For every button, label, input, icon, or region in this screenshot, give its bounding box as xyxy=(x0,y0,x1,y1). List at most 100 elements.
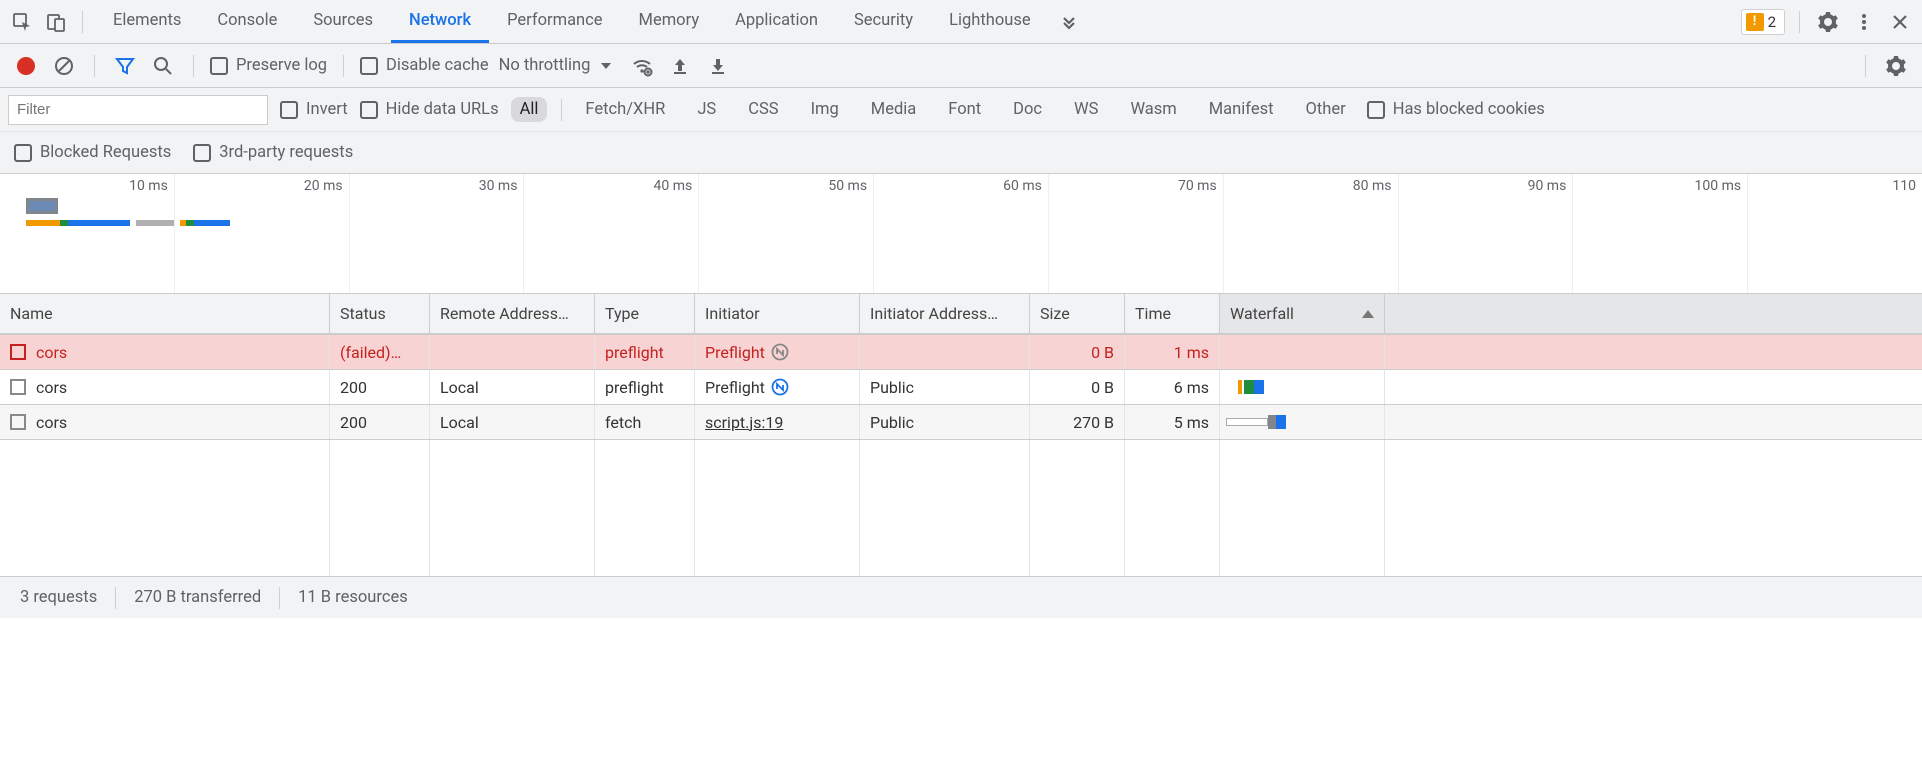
has-blocked-cookies-checkbox[interactable]: Has blocked cookies xyxy=(1367,100,1545,119)
search-icon[interactable] xyxy=(149,52,177,80)
col-remote-address[interactable]: Remote Address… xyxy=(430,294,595,334)
timeline-overview[interactable]: 10 ms20 ms30 ms40 ms50 ms60 ms70 ms80 ms… xyxy=(0,174,1922,294)
type-chip-img[interactable]: Img xyxy=(802,97,848,122)
separator xyxy=(343,55,344,77)
status-bar: 3 requests 270 B transferred 11 B resour… xyxy=(0,576,1922,618)
disable-cache-label: Disable cache xyxy=(386,56,489,75)
settings-gear-icon[interactable] xyxy=(1814,8,1842,36)
filter-input[interactable] xyxy=(8,95,268,125)
upload-har-icon[interactable] xyxy=(666,52,694,80)
col-status[interactable]: Status xyxy=(330,294,430,334)
network-toolbar: Preserve log Disable cache No throttling xyxy=(0,44,1922,88)
tab-performance[interactable]: Performance xyxy=(489,0,620,43)
separator xyxy=(279,587,280,609)
cell-waterfall xyxy=(1220,370,1385,404)
blocked-requests-checkbox[interactable]: Blocked Requests xyxy=(14,143,171,162)
cell-waterfall xyxy=(1220,335,1385,369)
throttling-value: No throttling xyxy=(499,56,591,75)
type-chip-doc[interactable]: Doc xyxy=(1004,97,1051,122)
tab-application[interactable]: Application xyxy=(717,0,836,43)
type-chip-media[interactable]: Media xyxy=(862,97,925,122)
hide-data-urls-checkbox[interactable]: Hide data URLs xyxy=(360,100,499,119)
cell-time: 6 ms xyxy=(1125,370,1220,404)
filter-toggle-icon[interactable] xyxy=(111,52,139,80)
cell-type: preflight xyxy=(595,335,695,369)
file-icon xyxy=(10,344,26,360)
close-devtools-icon[interactable] xyxy=(1886,8,1914,36)
col-name[interactable]: Name xyxy=(0,294,330,334)
type-chip-js[interactable]: JS xyxy=(688,97,725,122)
disable-cache-checkbox[interactable]: Disable cache xyxy=(360,56,489,75)
table-row[interactable]: cors200LocalpreflightPreflightPublic0 B6… xyxy=(0,370,1922,405)
cell-size: 0 B xyxy=(1030,335,1125,369)
overview-selection[interactable] xyxy=(26,198,58,214)
tab-network[interactable]: Network xyxy=(391,0,489,43)
cell-size: 0 B xyxy=(1030,370,1125,404)
preserve-log-checkbox[interactable]: Preserve log xyxy=(210,56,327,75)
more-tabs-icon[interactable] xyxy=(1055,8,1083,36)
separator xyxy=(94,55,95,77)
third-party-label: 3rd-party requests xyxy=(219,143,353,162)
invert-checkbox[interactable]: Invert xyxy=(280,100,348,119)
overview-tick: 30 ms xyxy=(350,174,525,293)
type-chip-other[interactable]: Other xyxy=(1297,97,1355,122)
kebab-menu-icon[interactable] xyxy=(1850,8,1878,36)
col-type[interactable]: Type xyxy=(595,294,695,334)
table-row[interactable]: cors(failed)…preflightPreflight0 B1 ms xyxy=(0,335,1922,370)
third-party-checkbox[interactable]: 3rd-party requests xyxy=(193,143,353,162)
type-chip-all[interactable]: All xyxy=(511,97,548,122)
download-har-icon[interactable] xyxy=(704,52,732,80)
throttling-select[interactable]: No throttling xyxy=(499,56,619,75)
col-size[interactable]: Size xyxy=(1030,294,1125,334)
overview-tick: 10 ms xyxy=(0,174,175,293)
col-waterfall[interactable]: Waterfall xyxy=(1220,294,1385,334)
clear-button[interactable] xyxy=(50,52,78,80)
col-initiator[interactable]: Initiator xyxy=(695,294,860,334)
cell-initiator-address: Public xyxy=(860,370,1030,404)
preflight-arrows-icon xyxy=(771,378,789,396)
cell-initiator[interactable]: script.js:19 xyxy=(695,405,860,439)
cell-time: 5 ms xyxy=(1125,405,1220,439)
cell-name: cors xyxy=(0,405,330,439)
type-chip-ws[interactable]: WS xyxy=(1065,97,1107,122)
tab-lighthouse[interactable]: Lighthouse xyxy=(931,0,1049,43)
table-row[interactable]: cors200Localfetchscript.js:19Public270 B… xyxy=(0,405,1922,440)
overview-tick: 40 ms xyxy=(524,174,699,293)
type-chip-manifest[interactable]: Manifest xyxy=(1200,97,1283,122)
col-waterfall-tail[interactable] xyxy=(1385,294,1922,334)
separator xyxy=(82,11,83,33)
cell-remote-address xyxy=(430,335,595,369)
issues-badge[interactable]: ! 2 xyxy=(1741,9,1785,35)
tab-console[interactable]: Console xyxy=(199,0,295,43)
record-button[interactable] xyxy=(12,52,40,80)
type-chip-fetch-xhr[interactable]: Fetch/XHR xyxy=(576,97,674,122)
col-initiator-address[interactable]: Initiator Address… xyxy=(860,294,1030,334)
separator xyxy=(115,587,116,609)
inspect-element-icon[interactable] xyxy=(8,8,36,36)
tab-elements[interactable]: Elements xyxy=(95,0,199,43)
filter-bar: Invert Hide data URLs All Fetch/XHR JS CSS I… xyxy=(0,88,1922,132)
tab-sources[interactable]: Sources xyxy=(295,0,391,43)
type-chip-font[interactable]: Font xyxy=(939,97,990,122)
request-table-fill xyxy=(0,440,1922,576)
separator xyxy=(1799,11,1800,33)
network-conditions-icon[interactable] xyxy=(628,52,656,80)
tab-security[interactable]: Security xyxy=(836,0,931,43)
cell-name: cors xyxy=(0,370,330,404)
cell-status: (failed)… xyxy=(330,335,430,369)
cell-waterfall-tail xyxy=(1385,370,1922,404)
device-toggle-icon[interactable] xyxy=(42,8,70,36)
invert-label: Invert xyxy=(306,100,348,119)
cell-initiator: Preflight xyxy=(695,335,860,369)
overview-tick: 70 ms xyxy=(1049,174,1224,293)
type-filter-chips: All Fetch/XHR JS CSS Img Media Font Doc WS Wasm Ma… xyxy=(511,97,1355,122)
preserve-log-label: Preserve log xyxy=(236,56,327,75)
status-resources: 11 B resources xyxy=(298,588,408,607)
overview-tick: 60 ms xyxy=(874,174,1049,293)
col-time[interactable]: Time xyxy=(1125,294,1220,334)
type-chip-css[interactable]: CSS xyxy=(739,97,787,122)
tab-memory[interactable]: Memory xyxy=(621,0,718,43)
type-chip-wasm[interactable]: Wasm xyxy=(1121,97,1185,122)
dropdown-icon xyxy=(600,60,612,72)
network-settings-gear-icon[interactable] xyxy=(1882,52,1910,80)
